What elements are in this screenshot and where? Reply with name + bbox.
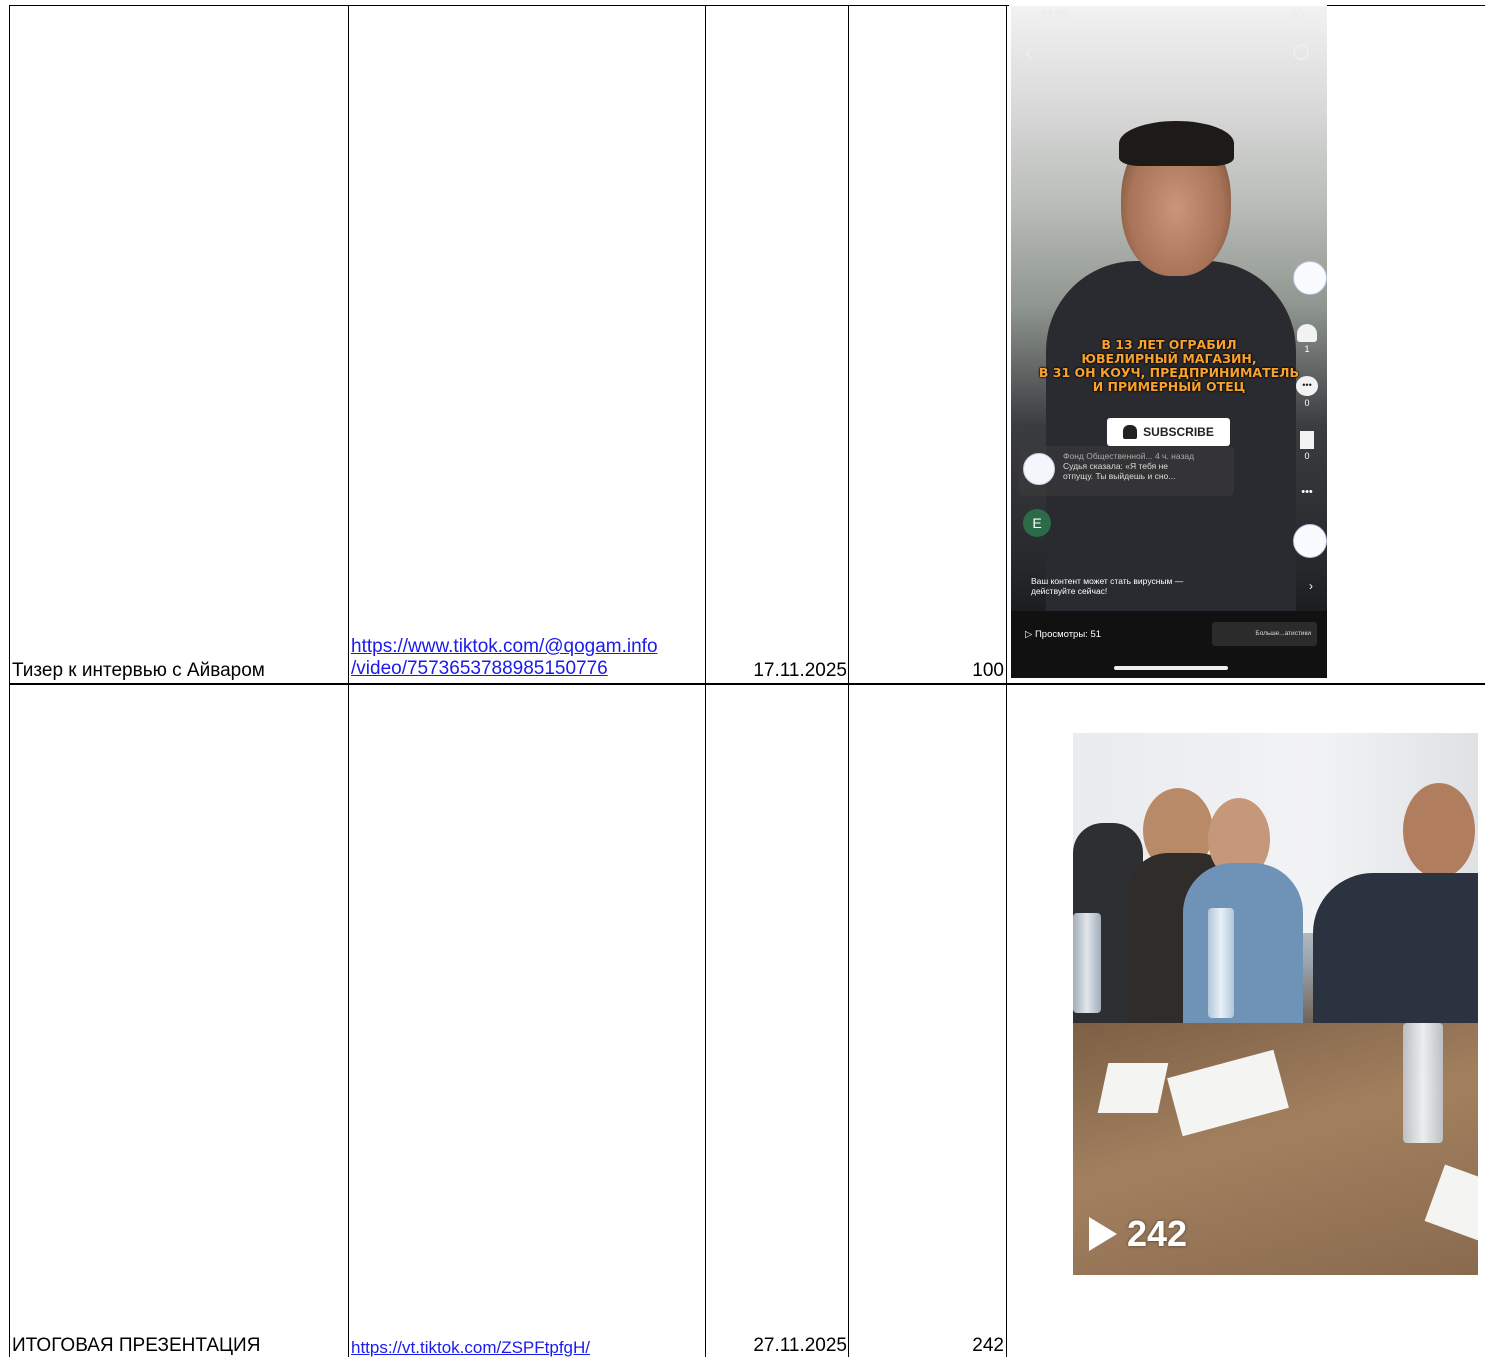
caption-line: ЮВЕЛИРНЫЙ МАГАЗИН, xyxy=(1081,351,1257,366)
channel-logo-icon xyxy=(1293,261,1327,295)
water-bottle xyxy=(1403,1023,1443,1143)
row1-link-line2[interactable]: /video/7573653788985150776 xyxy=(351,658,608,679)
stats-button: Больше...атистики xyxy=(1212,622,1317,646)
more-icon: ••• xyxy=(1301,486,1313,498)
status-signal: 4G xyxy=(1290,9,1305,21)
row2-link-line1[interactable]: https://vt.tiktok.com/ZSPFtpfgH/ xyxy=(351,1338,590,1357)
bottom-bar: ▷ Просмотры: 51 Больше...атистики xyxy=(1011,611,1327,678)
channel-avatar xyxy=(1023,453,1055,485)
person-hair xyxy=(1119,121,1234,166)
comment-count: 0 xyxy=(1304,398,1310,408)
name-card xyxy=(1097,1063,1169,1113)
play-overlay: 242 xyxy=(1089,1213,1187,1255)
row2-link[interactable]: https://vt.tiktok.com/ZSPFtpfgH/ xyxy=(351,1337,590,1357)
play-icon: ▷ xyxy=(1025,629,1033,640)
comment-author: Фонд Общественной... xyxy=(1063,451,1153,461)
caption-line: В 13 ЛЕТ ОГРАБИЛ xyxy=(1101,337,1237,352)
like-count: 1 xyxy=(1304,344,1310,354)
views-text: Просмотры: 51 xyxy=(1034,629,1102,640)
chevron-right-icon: › xyxy=(1309,579,1313,593)
save-group: 0 xyxy=(1293,431,1321,461)
rail-logo-bottom xyxy=(1293,524,1327,560)
viral-line-2: действуйте сейчас! xyxy=(1031,586,1108,596)
column-divider-2 xyxy=(348,5,349,1357)
comment-text-1: Судья сказала: «Я тебя не xyxy=(1063,461,1169,471)
bell-icon xyxy=(1123,425,1138,439)
row1-views: 100 xyxy=(972,660,1004,681)
person-right-head xyxy=(1403,783,1475,878)
channel-logo-icon xyxy=(1293,524,1327,558)
viewer-avatar: E xyxy=(1023,509,1051,537)
row1-title: Тизер к интервью с Айваром xyxy=(12,660,265,681)
person-officer-body xyxy=(1183,863,1303,1043)
table-border-top-right xyxy=(1327,5,1485,6)
row2-date: 27.11.2025 xyxy=(753,1335,847,1356)
save-count: 0 xyxy=(1304,451,1310,461)
row2-title: ИТОГОВАЯ ПРЕЗЕНТАЦИЯ xyxy=(12,1335,261,1356)
row1-date: 17.11.2025 xyxy=(753,660,847,681)
water-bottle xyxy=(1208,908,1234,1018)
status-time: 21:08 xyxy=(1041,9,1069,21)
row2-views: 242 xyxy=(972,1335,1004,1356)
column-divider-1 xyxy=(9,5,10,1357)
subscribe-button: SUBSCRIBE xyxy=(1107,418,1230,446)
home-indicator xyxy=(1114,666,1228,670)
play-count: 242 xyxy=(1127,1213,1188,1254)
caption-line: И ПРИМЕРНЫЙ ОТЕЦ xyxy=(1092,379,1246,394)
row-divider xyxy=(9,683,1485,685)
water-bottle xyxy=(1073,913,1101,1013)
status-bar: 21:08 4G xyxy=(1041,9,1305,25)
viral-banner: Ваш контент может стать вирусным — дейст… xyxy=(1019,576,1319,604)
subscribe-label: SUBSCRIBE xyxy=(1143,425,1214,439)
comment-time: 4 ч. назад xyxy=(1154,451,1195,461)
like-group: 1 xyxy=(1293,324,1321,354)
play-icon xyxy=(1089,1217,1117,1251)
meeting-photo: 242 xyxy=(1073,733,1478,1275)
bookmark-icon xyxy=(1300,431,1314,449)
comment-icon: ••• xyxy=(1296,376,1318,396)
rail-logo-top xyxy=(1293,261,1327,297)
tiktok-screenshot: 21:08 4G ‹ В 13 ЛЕТ ОГРАБИЛ ЮВЕЛИРНЫЙ МА… xyxy=(1011,6,1327,678)
table-border-top xyxy=(9,5,1009,6)
comment-group: ••• 0 xyxy=(1293,376,1321,408)
row1-link[interactable]: https://www.tiktok.com/@qogam.info /vide… xyxy=(351,636,658,680)
back-icon: ‹ xyxy=(1025,40,1033,65)
heart-icon xyxy=(1297,324,1317,342)
video-caption: В 13 ЛЕТ ОГРАБИЛ ЮВЕЛИРНЫЙ МАГАЗИН, В 31… xyxy=(1011,338,1327,394)
caption-line: В 31 ОН КОУЧ, ПРЕДПРИНИМАТЕЛЬ xyxy=(1038,365,1300,380)
column-divider-5 xyxy=(1006,5,1007,1357)
row1-link-line1[interactable]: https://www.tiktok.com/@qogam.info xyxy=(351,636,658,657)
views-label: ▷ Просмотры: 51 xyxy=(1025,629,1101,640)
comment-text-2: отпущу. Ты выйдешь и сно... xyxy=(1063,471,1176,481)
viral-line-1: Ваш контент может стать вирусным — xyxy=(1031,576,1184,586)
search-icon xyxy=(1293,44,1309,60)
comment-preview: Фонд Общественной... 4 ч. назад Судья ск… xyxy=(1019,446,1234,496)
